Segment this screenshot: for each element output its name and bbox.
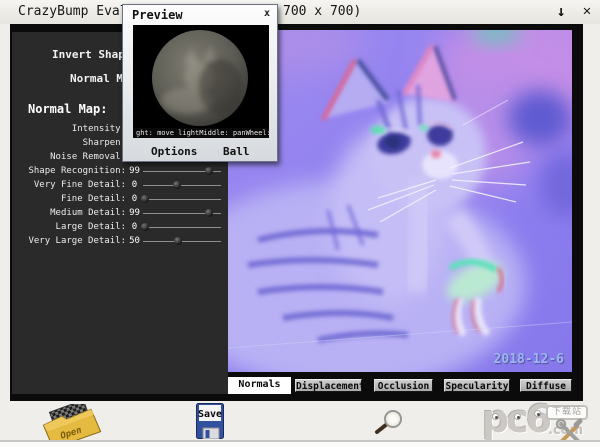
slider-label: Shape Recognition:	[12, 166, 126, 176]
preview-viewport[interactable]: ght: move light Middle: pan Wheel:	[133, 25, 269, 138]
slider-label: Medium Detail:	[12, 208, 126, 218]
window-title-size: 700 x 700)	[283, 4, 361, 19]
slider-row-shape-recognition: Shape Recognition:99	[12, 164, 228, 178]
save-floppy-icon: Save	[196, 403, 224, 439]
slider-handle[interactable]	[205, 167, 213, 175]
slider-value: 0	[126, 180, 143, 190]
pc6-eye-icon	[492, 413, 499, 420]
slider-label: Fine Detail:	[12, 194, 126, 204]
open-button[interactable]: Open	[38, 404, 108, 442]
slider-value: 50	[126, 236, 143, 246]
tab-diffuse[interactable]: Diffuse	[520, 379, 572, 392]
options-button[interactable]: Options	[151, 145, 197, 158]
minimize-icon[interactable]: ↓	[552, 1, 570, 21]
slider-row-very-fine-detail: Very Fine Detail:0	[12, 178, 228, 192]
tab-specularity[interactable]: Specularity	[444, 379, 510, 392]
slider-handle[interactable]	[205, 209, 213, 217]
client-area: Invert Shape Normal Map Normal Map: Inte…	[10, 24, 583, 401]
slider-track[interactable]	[143, 180, 221, 190]
normal-map-image	[228, 30, 572, 372]
tab-normals[interactable]: Normals	[228, 377, 291, 394]
date-watermark: 2018-12-6	[494, 352, 564, 367]
slider-track[interactable]	[143, 222, 221, 232]
slider-handle[interactable]	[141, 223, 149, 231]
window-bottom-margin	[0, 442, 600, 447]
slider-row-medium-detail: Medium Detail:99	[12, 206, 228, 220]
slider-track[interactable]	[143, 236, 221, 246]
slider-label: Very Fine Detail:	[12, 180, 126, 190]
slider-handle[interactable]	[174, 237, 182, 245]
slider-value: 99	[126, 166, 143, 176]
preview-hints: ght: move light Middle: pan Wheel:	[133, 128, 269, 138]
tab-displacement[interactable]: Displacement	[295, 379, 362, 392]
slider-label: Noise Removal:	[12, 152, 126, 162]
ball-button[interactable]: Ball	[223, 145, 250, 158]
invert-shape-button[interactable]: Invert Shape	[52, 48, 131, 61]
map-type-tabs: Normals Displacement Occlusion Specularity D…	[228, 377, 572, 394]
slider-row-large-detail: Large Detail:0	[12, 220, 228, 234]
normal-map-section-header: Normal Map:	[28, 102, 107, 116]
preview-title: Preview	[132, 8, 183, 22]
hint-move-light: ght: move light	[136, 129, 199, 137]
hint-wheel: Wheel:	[246, 129, 269, 137]
hint-pan: Middle: pan	[199, 129, 245, 137]
slider-track[interactable]	[143, 208, 221, 218]
svg-text:Save: Save	[198, 409, 222, 420]
magnifier-icon	[370, 409, 404, 435]
preview-buttons: Options Ball	[123, 141, 277, 161]
slider-label: Very Large Detail:	[12, 236, 126, 246]
slider-handle[interactable]	[173, 181, 181, 189]
slider-handle[interactable]	[141, 195, 149, 203]
save-button[interactable]: Save	[196, 403, 224, 439]
preview-close-icon[interactable]: x	[264, 8, 270, 19]
preview-ball-render	[133, 25, 269, 138]
close-icon[interactable]: ✕	[578, 1, 596, 21]
slider-row-fine-detail: Fine Detail:0	[12, 192, 228, 206]
slider-track[interactable]	[143, 166, 221, 176]
slider-label: Large Detail:	[12, 222, 126, 232]
slider-value: 99	[126, 208, 143, 218]
slider-row-very-large-detail: Very Large Detail:50	[12, 234, 228, 248]
title-bar[interactable]: CrazyBump Evalua 700 x 700) ↓ ✕	[0, 0, 600, 24]
crazybump-window: CrazyBump Evalua 700 x 700) ↓ ✕ Invert S…	[0, 0, 600, 447]
preview-window[interactable]: Preview x	[122, 4, 278, 162]
pc6-eye-icon	[514, 413, 521, 420]
open-folder-icon: Open	[38, 404, 108, 444]
slider-label: Sharpen:	[12, 138, 126, 148]
slider-track[interactable]	[143, 194, 221, 204]
magnifier-button[interactable]	[370, 409, 404, 435]
pc6-eye-icon	[534, 410, 541, 417]
normal-map-canvas[interactable]: 2018-12-6	[228, 30, 572, 372]
tab-occlusion[interactable]: Occlusion	[374, 379, 433, 392]
slider-label: Intensity:	[12, 124, 126, 134]
